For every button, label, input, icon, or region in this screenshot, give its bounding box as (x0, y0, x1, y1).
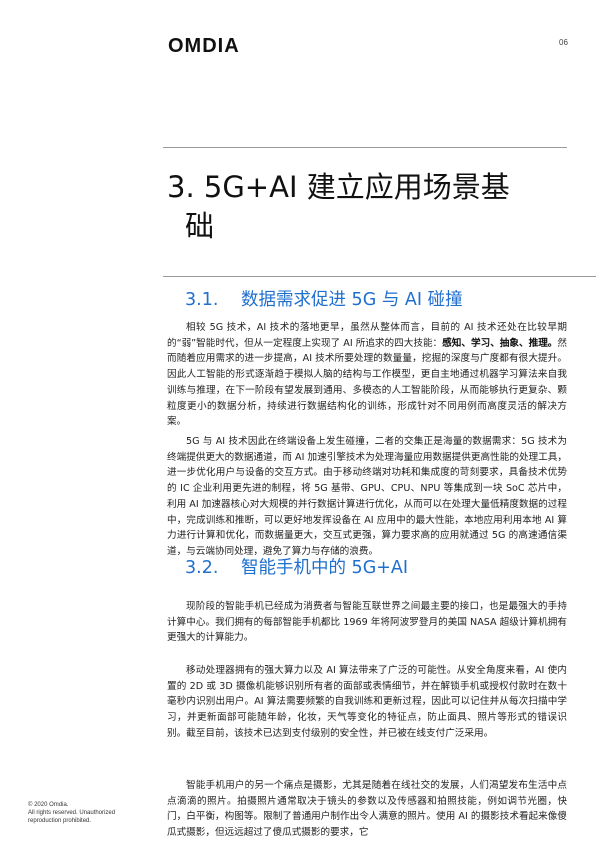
copyright-footer: © 2020 Omdia. All rights reserved. Unaut… (28, 801, 148, 825)
rights-line: All rights reserved. Unauthorized (28, 810, 116, 816)
chapter-title-line-2: 础 (185, 209, 215, 243)
section-heading: 3.1. 数据需求促进 5G 与 AI 碰撞 (185, 288, 463, 312)
omdia-logo: OMDIA (168, 35, 240, 57)
paragraph-text: 然而随着应用需求的进一步提高，AI 技术所要处理的数量量，挖掘的深度与广度都有很… (167, 337, 568, 428)
section-title: 智能手机中的 5G+AI (241, 558, 409, 578)
section-title: 数据需求促进 5G 与 AI 碰撞 (241, 290, 463, 310)
section-heading: 3.2. 智能手机中的 5G+AI (185, 556, 408, 580)
page-number: 06 (559, 38, 568, 47)
chapter-top-divider (163, 147, 567, 148)
copyright-line: © 2020 Omdia. (28, 802, 69, 808)
chapter-title: 3. 5G+AI 建立应用场景基 础 (167, 168, 567, 246)
section-number: 3.2. (185, 558, 219, 578)
body-paragraph: 移动处理器拥有的强大算力以及 AI 算法带来了广泛的可能性。从安全角度来看，AI… (167, 665, 567, 739)
body-paragraph: 智能手机用户的另一个痛点是摄影，尤其是随着在线社交的发展，人们渴望发布生活中点点… (167, 780, 567, 839)
chapter-title-line-1: 3. 5G+AI 建立应用场景基 (167, 170, 510, 204)
body-paragraph: 现阶段的智能手机已经成为消费者与智能互联世界之间最主要的接口，也是最强大的手持计… (167, 601, 567, 644)
section-number: 3.1. (185, 290, 219, 310)
body-paragraph: 相较 5G 技术，AI 技术的落地更早，虽然从整体而言，目前的 AI 技术还处在… (167, 320, 567, 430)
bold-keywords: 感知、学习、抽象、推理。 (442, 337, 558, 349)
rights-line: reproduction prohibited. (28, 818, 92, 824)
body-paragraph: 5G 与 AI 技术因此在终端设备上发生碰撞，二者的交集正是海量的数据需求：5G… (167, 436, 567, 557)
chapter-bottom-divider (163, 276, 596, 277)
